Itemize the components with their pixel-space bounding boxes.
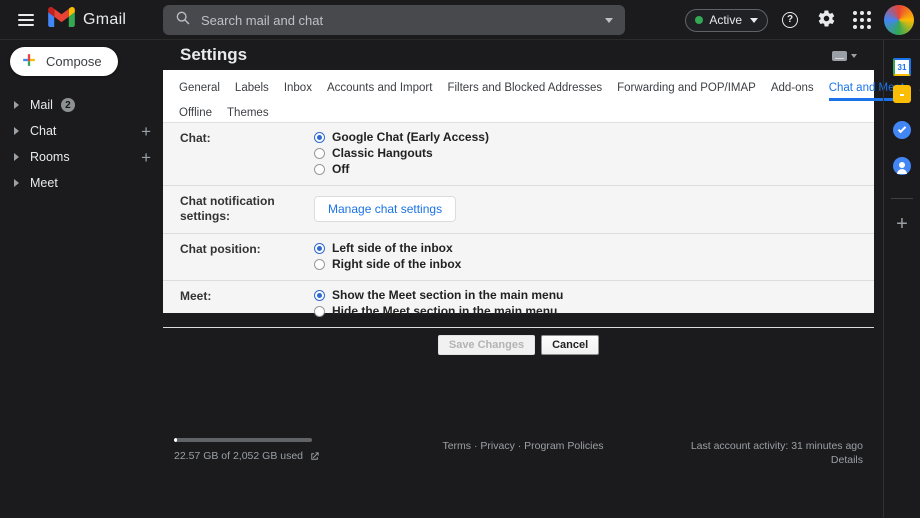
radio-selected-icon bbox=[314, 290, 325, 301]
settings-tabs-row1: General Labels Inbox Accounts and Import… bbox=[163, 70, 920, 101]
page-title: Settings bbox=[180, 45, 248, 64]
program-policies-link[interactable]: Program Policies bbox=[524, 440, 603, 452]
chat-notification-row: Chat notification settings: Manage chat … bbox=[163, 186, 874, 234]
apps-grid-icon bbox=[853, 11, 871, 29]
chevron-right-icon bbox=[14, 127, 19, 135]
gmail-m-icon bbox=[48, 6, 75, 32]
new-room-button[interactable]: + bbox=[141, 149, 151, 166]
radio-option-chat-off[interactable]: Off bbox=[314, 163, 874, 176]
sidebar-item-rooms[interactable]: Rooms + bbox=[0, 144, 163, 170]
chevron-right-icon bbox=[14, 179, 19, 187]
radio-unselected-icon bbox=[314, 148, 325, 159]
sidebar-nav: Mail 2 Chat + Rooms + Meet bbox=[0, 92, 163, 196]
sidebar-item-meet[interactable]: Meet bbox=[0, 170, 163, 196]
sidebar-item-mail[interactable]: Mail 2 bbox=[0, 92, 163, 118]
chevron-right-icon bbox=[14, 153, 19, 161]
radio-option-right-side[interactable]: Right side of the inbox bbox=[314, 258, 874, 271]
compose-button[interactable]: Compose bbox=[10, 47, 118, 76]
chat-and-meet-settings: Chat: Google Chat (Early Access) Classic… bbox=[163, 122, 874, 355]
radio-selected-icon bbox=[314, 243, 325, 254]
chat-notification-label: Chat notification settings: bbox=[180, 194, 275, 223]
calendar-icon[interactable]: 31 bbox=[893, 58, 911, 76]
product-name: Gmail bbox=[83, 10, 127, 28]
radio-option-classic-hangouts[interactable]: Classic Hangouts bbox=[314, 147, 874, 160]
search-icon[interactable] bbox=[175, 10, 191, 31]
settings-panel: General Labels Inbox Accounts and Import… bbox=[163, 70, 920, 355]
search-input[interactable] bbox=[201, 12, 605, 28]
tab-labels[interactable]: Labels bbox=[235, 76, 269, 101]
settings-button[interactable] bbox=[812, 6, 840, 34]
tab-accounts-and-import[interactable]: Accounts and Import bbox=[327, 76, 432, 101]
rail-divider bbox=[891, 198, 913, 199]
compose-plus-icon bbox=[22, 53, 36, 70]
status-label: Active bbox=[709, 13, 742, 27]
gmail-logo: Gmail bbox=[48, 6, 127, 32]
chevron-right-icon bbox=[14, 101, 19, 109]
radio-option-google-chat[interactable]: Google Chat (Early Access) bbox=[314, 131, 874, 144]
radio-option-left-side[interactable]: Left side of the inbox bbox=[314, 242, 874, 255]
keep-icon[interactable] bbox=[893, 85, 911, 103]
sidebar-item-chat[interactable]: Chat + bbox=[0, 118, 163, 144]
main-content: Settings General Labels Inbox Accounts a… bbox=[163, 40, 920, 518]
right-side-panel: 31 + bbox=[883, 40, 920, 518]
help-button[interactable]: ? bbox=[776, 6, 804, 34]
account-activity: Last account activity: 31 minutes ago De… bbox=[691, 439, 863, 467]
chat-status-selector[interactable]: Active bbox=[685, 8, 768, 32]
chat-setting-row: Chat: Google Chat (Early Access) Classic… bbox=[163, 123, 874, 186]
input-tools-chevron-icon bbox=[851, 54, 857, 58]
contacts-icon[interactable] bbox=[893, 157, 911, 175]
input-tools-button[interactable] bbox=[832, 51, 857, 61]
active-status-dot-icon bbox=[695, 16, 704, 24]
chat-position-label: Chat position: bbox=[180, 242, 261, 256]
tab-add-ons[interactable]: Add-ons bbox=[771, 76, 814, 101]
radio-unselected-icon bbox=[314, 259, 325, 270]
gmail-window: Gmail Active ? bbox=[0, 0, 920, 518]
search-options-chevron-icon[interactable] bbox=[605, 17, 613, 23]
radio-option-hide-meet[interactable]: Hide the Meet section in the main menu bbox=[314, 305, 874, 318]
google-apps-button[interactable] bbox=[848, 6, 876, 34]
last-activity-text: Last account activity: 31 minutes ago bbox=[690, 440, 863, 452]
tab-general[interactable]: General bbox=[179, 76, 220, 101]
radio-selected-icon bbox=[314, 132, 325, 143]
compose-label: Compose bbox=[46, 54, 102, 69]
tasks-icon[interactable] bbox=[893, 121, 911, 139]
radio-unselected-icon bbox=[314, 306, 325, 317]
status-chevron-icon bbox=[750, 17, 758, 23]
get-add-ons-button[interactable]: + bbox=[896, 214, 908, 234]
topbar: Gmail Active ? bbox=[0, 0, 920, 40]
meet-setting-label: Meet: bbox=[180, 289, 212, 303]
tab-inbox[interactable]: Inbox bbox=[284, 76, 312, 101]
cancel-button[interactable]: Cancel bbox=[541, 335, 600, 355]
manage-chat-settings-button[interactable]: Manage chat settings bbox=[314, 196, 457, 222]
meet-setting-row: Meet: Show the Meet section in the main … bbox=[163, 281, 874, 328]
terms-link[interactable]: Terms bbox=[442, 440, 471, 452]
radio-unselected-icon bbox=[314, 164, 325, 175]
settings-actions: Save Changes Cancel bbox=[163, 328, 874, 355]
tab-filters-and-blocked-addresses[interactable]: Filters and Blocked Addresses bbox=[447, 76, 602, 101]
search-bar[interactable] bbox=[163, 5, 625, 35]
new-chat-button[interactable]: + bbox=[141, 123, 151, 140]
account-avatar[interactable] bbox=[884, 5, 914, 35]
chat-setting-label: Chat: bbox=[180, 131, 211, 145]
left-sidebar: Compose Mail 2 Chat + Rooms + Meet bbox=[0, 40, 163, 518]
chat-position-row: Chat position: Left side of the inbox Ri… bbox=[163, 234, 874, 281]
tab-forwarding-and-pop-imap[interactable]: Forwarding and POP/IMAP bbox=[617, 76, 756, 101]
save-changes-button[interactable]: Save Changes bbox=[437, 335, 536, 355]
activity-details-link[interactable]: Details bbox=[691, 453, 863, 467]
keyboard-icon bbox=[832, 51, 847, 61]
open-in-new-icon[interactable] bbox=[309, 451, 320, 462]
topbar-actions: Active ? bbox=[685, 0, 916, 40]
main-menu-icon[interactable] bbox=[6, 0, 46, 40]
radio-option-show-meet[interactable]: Show the Meet section in the main menu bbox=[314, 289, 874, 302]
mail-unread-badge: 2 bbox=[60, 98, 75, 112]
help-icon: ? bbox=[782, 12, 798, 28]
privacy-link[interactable]: Privacy bbox=[480, 440, 514, 452]
gear-icon bbox=[817, 9, 836, 31]
